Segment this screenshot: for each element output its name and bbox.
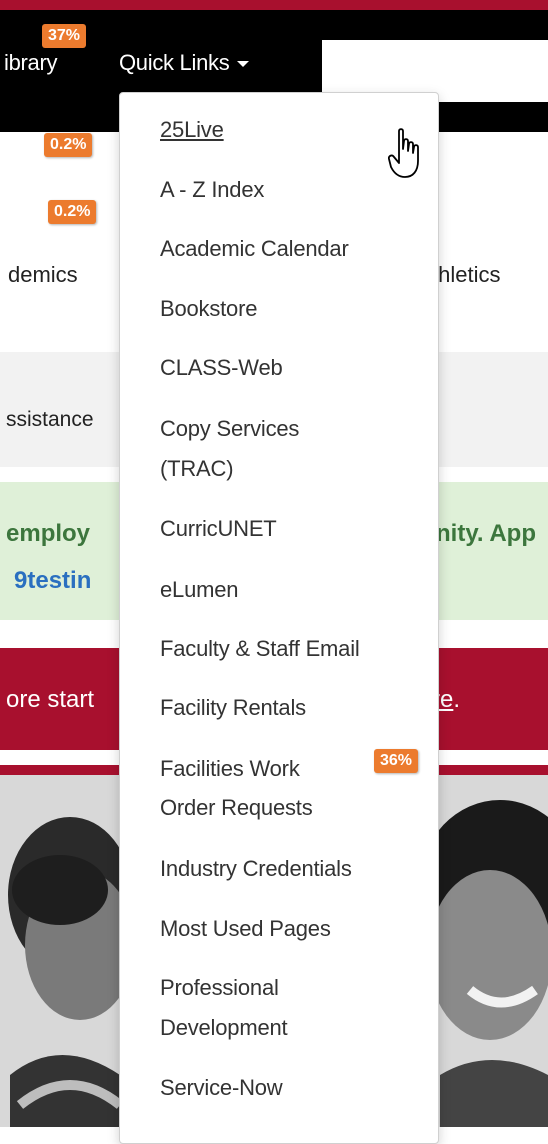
dropdown-item-class-web[interactable]: CLASS-Web [160,349,410,387]
banner-period: . [453,686,461,713]
hand-pointer-cursor-icon [388,128,419,178]
click-rate-badge-quick-links: 37% [42,24,87,48]
dropdown-item-a-z-index[interactable]: A - Z Index [160,171,410,209]
dropdown-item-academic-calendar[interactable]: Academic Calendar [160,230,410,268]
click-rate-badge-25live: 0.2% [44,133,93,157]
dropdown-item-professional-line2[interactable]: Development [160,1009,410,1047]
dropdown-item-elumen[interactable]: eLumen [160,571,410,609]
nav-link-academics[interactable]: demics [8,262,78,288]
quick-links-dropdown: 25Live A - Z Index Academic Calendar Boo… [119,92,439,1144]
dropdown-item-facility-rentals[interactable]: Facility Rentals [160,689,410,727]
quick-links-label: Quick Links [119,50,230,75]
notice-text-left: employ [6,520,91,547]
dropdown-item-copy-services[interactable]: Copy Services [160,410,410,448]
click-rate-badge-a-z-index: 0.2% [48,200,97,224]
dropdown-item-25live[interactable]: 25Live [160,111,410,149]
nav-link-athletics[interactable]: thletics [432,262,500,288]
dropdown-item-most-used-pages[interactable]: Most Used Pages [160,910,410,948]
dropdown-item-industry-credentials[interactable]: Industry Credentials [160,850,410,888]
dropdown-item-service-now[interactable]: Service-Now [160,1069,410,1107]
dropdown-item-faculty-staff-email[interactable]: Faculty & Staff Email [160,630,410,668]
caret-down-icon [237,61,250,68]
nav-quick-links-toggle[interactable]: Quick Links [119,50,250,76]
dropdown-item-copy-services-line2[interactable]: (TRAC) [160,450,410,488]
dropdown-item-bookstore[interactable]: Bookstore [160,290,410,328]
nav-link-library[interactable]: ibrary [4,50,58,76]
top-accent-stripe [0,0,548,10]
dropdown-item-curricunet[interactable]: CurricUNET [160,510,410,548]
click-rate-badge-facilities-work: 36% [374,749,419,773]
notice-link[interactable]: 9testin [14,567,91,595]
dropdown-item-facilities-work-line2[interactable]: Order Requests [160,789,410,827]
utility-link-assistance[interactable]: ssistance [6,408,94,432]
dropdown-item-facilities-work[interactable]: Facilities Work [160,750,410,788]
dropdown-item-professional[interactable]: Professional [160,969,410,1007]
notice-text-right: nity. App [436,520,536,547]
banner-text-left: ore start [6,686,95,713]
